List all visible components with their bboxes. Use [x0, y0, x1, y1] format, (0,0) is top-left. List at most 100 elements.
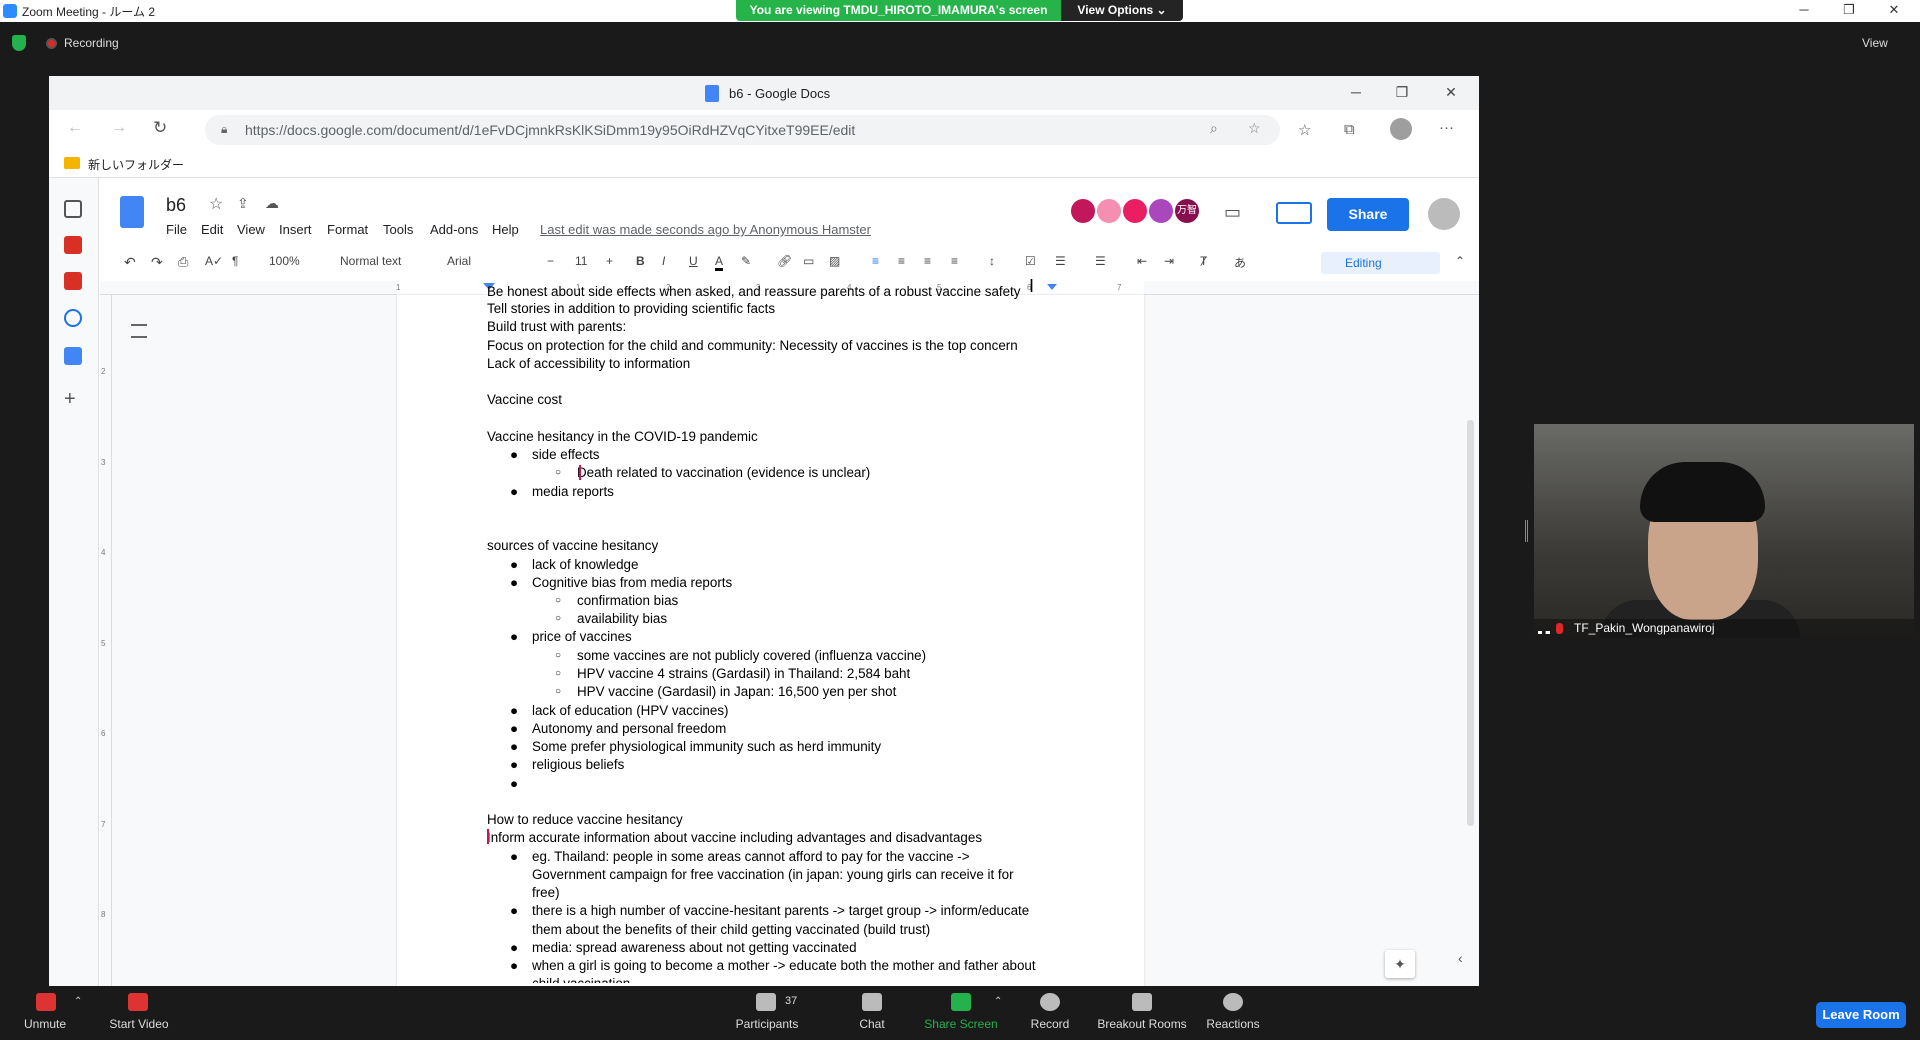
- security-shield-icon[interactable]: [12, 35, 26, 51]
- justify-icon[interactable]: ≡: [951, 254, 958, 268]
- collaborator-avatar[interactable]: [1147, 197, 1175, 225]
- more-menu-icon[interactable]: ···: [1439, 119, 1454, 136]
- collections-icon[interactable]: ⧉: [1344, 121, 1355, 138]
- document-outline-icon[interactable]: [131, 324, 147, 338]
- redo-icon[interactable]: ↷: [151, 254, 163, 271]
- paint-format-icon[interactable]: ¶: [232, 254, 238, 268]
- sync-icon[interactable]: [64, 309, 82, 327]
- tabs-icon[interactable]: [64, 200, 82, 218]
- record-icon[interactable]: [1040, 993, 1060, 1011]
- menu-tools[interactable]: Tools: [383, 222, 413, 237]
- user-avatar[interactable]: [1428, 198, 1460, 230]
- style-select[interactable]: Normal text: [340, 254, 401, 268]
- menu-file[interactable]: File: [166, 222, 187, 237]
- collaborator-avatar[interactable]: [1069, 197, 1097, 225]
- chat-button[interactable]: Chat: [827, 1017, 917, 1031]
- underline-icon[interactable]: U: [689, 254, 698, 268]
- breakout-rooms-icon[interactable]: [1132, 993, 1152, 1011]
- input-tools-icon[interactable]: あ: [1234, 254, 1246, 271]
- star-icon[interactable]: ☆: [209, 194, 223, 214]
- last-edit-link[interactable]: Last edit was made seconds ago by Anonym…: [540, 222, 871, 237]
- menu-add-ons[interactable]: Add-ons: [430, 222, 478, 237]
- print-icon[interactable]: ⎙: [178, 254, 188, 270]
- menu-help[interactable]: Help: [492, 222, 519, 237]
- zoom-magnifier-icon[interactable]: ⌕: [1210, 120, 1218, 137]
- view-layout-button[interactable]: View: [1862, 36, 1888, 50]
- side-panel-toggle-icon[interactable]: ‹: [1458, 950, 1463, 966]
- font-size-input[interactable]: 11: [575, 254, 587, 268]
- favorites-icon[interactable]: ☆: [1298, 121, 1311, 139]
- decrease-indent-icon[interactable]: ⇤: [1137, 254, 1147, 268]
- docs-side-icon[interactable]: [64, 347, 82, 365]
- bookmark-folder[interactable]: 新しいフォルダー: [88, 156, 184, 173]
- highlight-icon[interactable]: ✎: [741, 254, 751, 268]
- pdf-icon[interactable]: [64, 236, 82, 254]
- collaborator-avatar[interactable]: [1095, 197, 1123, 225]
- link-icon[interactable]: 🔗︎: [777, 254, 792, 268]
- image-icon[interactable]: ▨: [829, 254, 840, 268]
- align-left-icon[interactable]: ≡: [872, 254, 879, 268]
- reactions-button[interactable]: Reactions: [1188, 1017, 1278, 1031]
- document-body[interactable]: Be honest about side effects when asked,…: [487, 283, 1057, 983]
- browser-close-icon[interactable]: ✕: [1439, 84, 1463, 101]
- pdf-icon-2[interactable]: [64, 272, 82, 290]
- reactions-icon[interactable]: [1223, 993, 1243, 1011]
- share-button[interactable]: Share: [1327, 198, 1409, 231]
- editing-mode-select[interactable]: Editing: [1321, 252, 1440, 274]
- comment-icon[interactable]: ▭: [803, 254, 814, 268]
- back-arrow-icon[interactable]: ←: [67, 119, 83, 137]
- forward-arrow-icon[interactable]: →: [111, 119, 127, 137]
- menu-edit[interactable]: Edit: [201, 222, 223, 237]
- muted-microphone-icon[interactable]: [36, 993, 56, 1011]
- numbered-list-icon[interactable]: ☰: [1095, 254, 1106, 268]
- align-right-icon[interactable]: ≡: [924, 254, 931, 268]
- url-text[interactable]: https://docs.google.com/document/d/1eFvD…: [245, 122, 855, 138]
- unmute-button[interactable]: Unmute: [0, 1017, 90, 1031]
- collaborator-avatar[interactable]: [1121, 197, 1149, 225]
- close-icon[interactable]: ✕: [1879, 2, 1909, 18]
- comment-history-icon[interactable]: ▭: [1224, 202, 1241, 223]
- scrollbar[interactable]: [1467, 420, 1474, 826]
- share-screen-button[interactable]: Share Screen: [916, 1017, 1006, 1031]
- share-options-icon[interactable]: ⌃: [994, 996, 1002, 1007]
- font-size-decrease-icon[interactable]: −: [547, 254, 554, 268]
- reload-icon[interactable]: ↻: [153, 118, 167, 138]
- video-off-icon[interactable]: [128, 993, 148, 1011]
- clear-formatting-icon[interactable]: Ⱦ: [1200, 254, 1207, 268]
- italic-icon[interactable]: I: [662, 254, 665, 268]
- increase-indent-icon[interactable]: ⇥: [1164, 254, 1174, 268]
- view-options-button[interactable]: View Options ⌄: [1061, 0, 1183, 21]
- leave-room-button[interactable]: Leave Room: [1816, 1002, 1906, 1028]
- profile-icon[interactable]: [1390, 118, 1412, 140]
- minimize-icon[interactable]: ─: [1789, 2, 1819, 17]
- explore-icon[interactable]: ✦: [1385, 950, 1415, 978]
- resize-handle[interactable]: [1525, 520, 1528, 542]
- font-select[interactable]: Arial: [447, 254, 471, 268]
- start-video-button[interactable]: Start Video: [94, 1017, 184, 1031]
- menu-insert[interactable]: Insert: [279, 222, 312, 237]
- text-color-icon[interactable]: A: [715, 254, 724, 271]
- share-screen-icon[interactable]: [951, 993, 971, 1011]
- browser-minimize-icon[interactable]: ─: [1344, 84, 1368, 100]
- browser-restore-icon[interactable]: ❐: [1390, 84, 1414, 101]
- collaborator-avatar-label[interactable]: 万智: [1173, 197, 1201, 225]
- line-spacing-icon[interactable]: ↕: [989, 254, 995, 268]
- restore-icon[interactable]: ❐: [1834, 2, 1864, 18]
- participants-icon[interactable]: [756, 993, 776, 1011]
- breakout-rooms-button[interactable]: Breakout Rooms: [1097, 1017, 1187, 1031]
- participants-button[interactable]: Participants: [722, 1017, 812, 1031]
- chat-icon[interactable]: [862, 993, 882, 1011]
- document-title[interactable]: b6: [166, 195, 186, 216]
- align-center-icon[interactable]: ≡: [898, 254, 905, 268]
- add-favorite-icon[interactable]: ☆: [1248, 120, 1261, 137]
- bulleted-list-icon[interactable]: ☰: [1055, 254, 1066, 268]
- menu-format[interactable]: Format: [327, 222, 368, 237]
- undo-icon[interactable]: ↶: [124, 254, 136, 271]
- audio-options-icon[interactable]: ⌃: [74, 996, 82, 1007]
- spellcheck-icon[interactable]: A✓: [205, 254, 223, 268]
- record-button[interactable]: Record: [1005, 1017, 1095, 1031]
- docs-logo-icon[interactable]: [120, 196, 144, 228]
- collapse-menu-icon[interactable]: ⌃: [1455, 254, 1465, 268]
- menu-view[interactable]: View: [237, 222, 265, 237]
- font-size-increase-icon[interactable]: +: [606, 254, 613, 268]
